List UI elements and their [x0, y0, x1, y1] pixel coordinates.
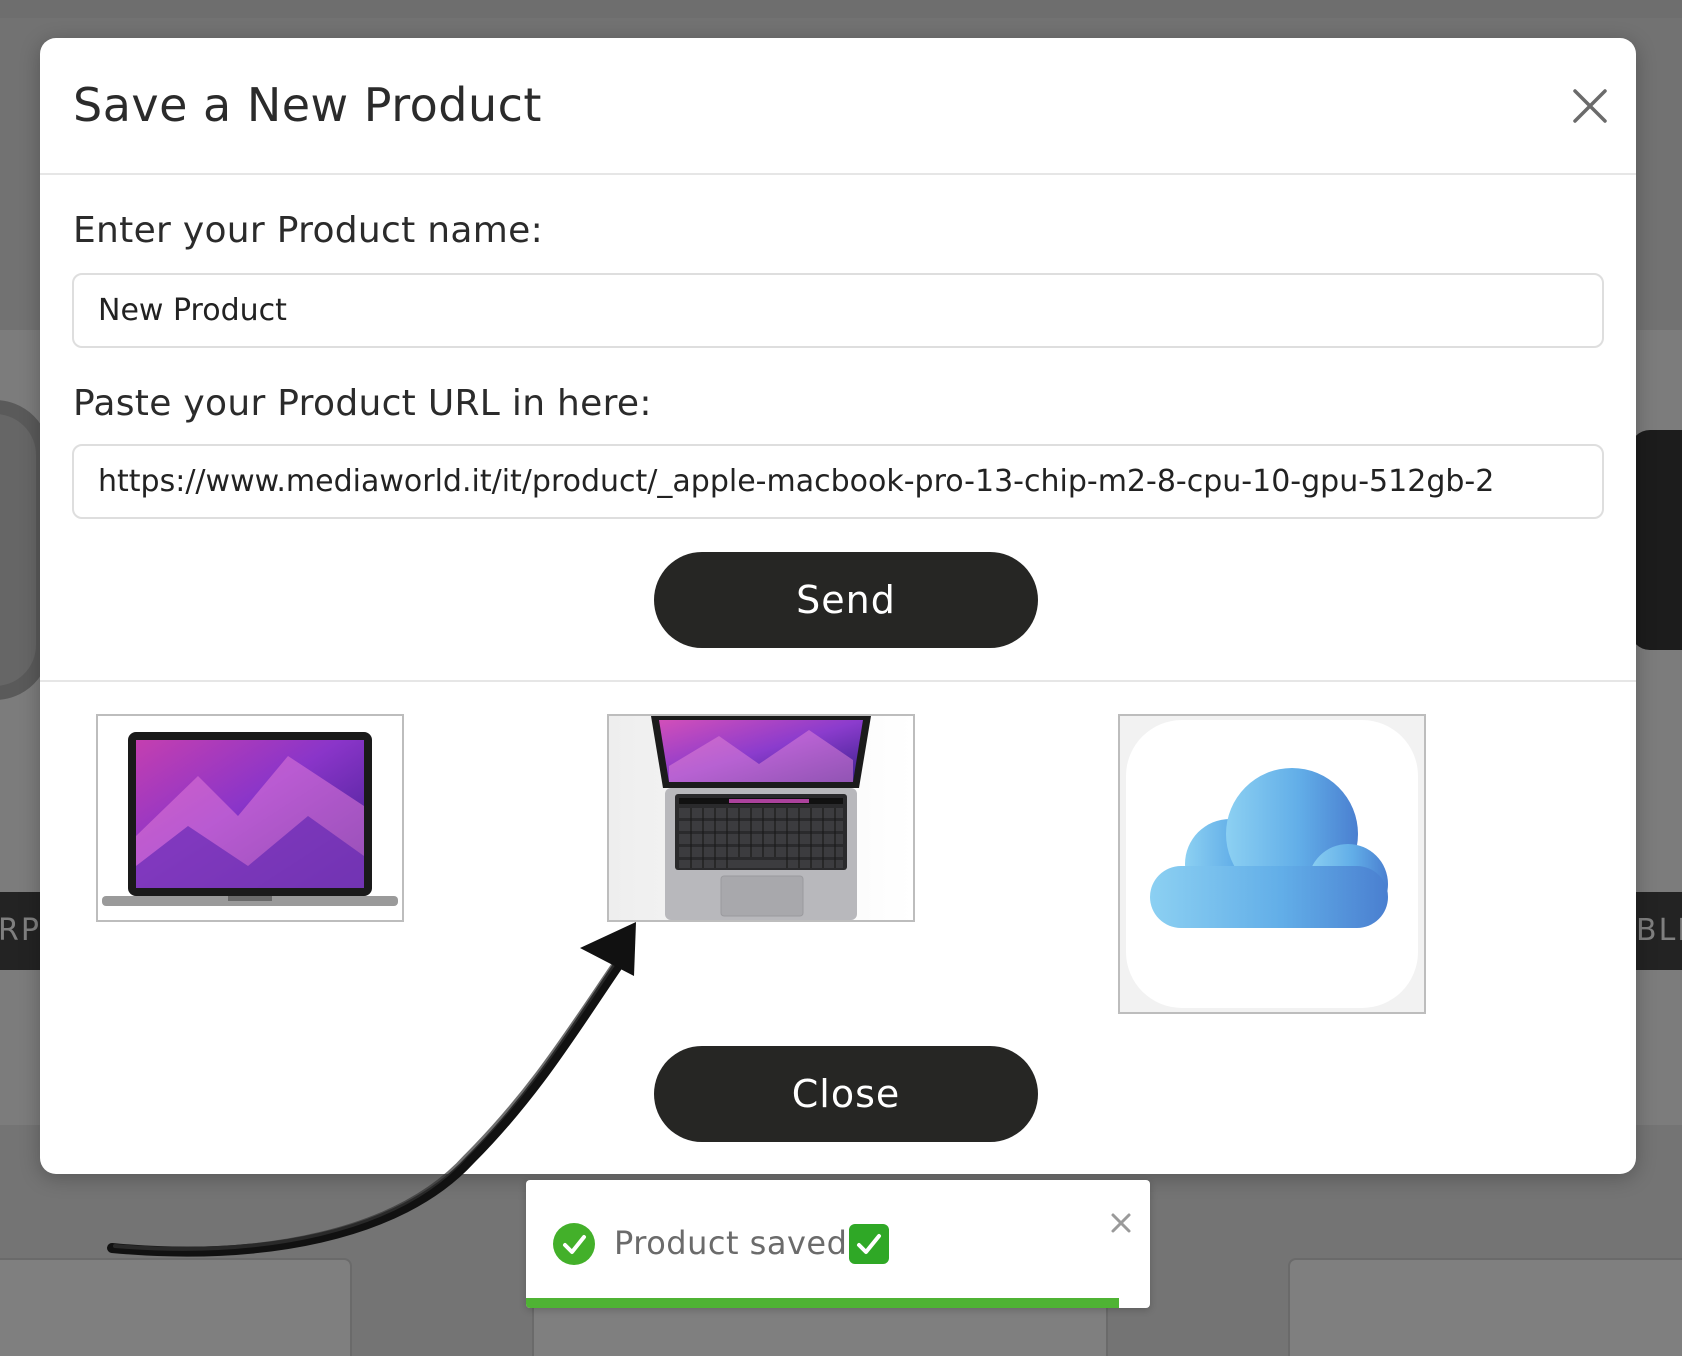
- product-url-label: Paste your Product URL in here:: [73, 383, 652, 424]
- background-product-label-right: BLK: [1636, 892, 1682, 970]
- check-circle-icon: [553, 1223, 595, 1265]
- product-name-label: Enter your Product name:: [73, 210, 544, 251]
- toast-message: Product saved: [614, 1224, 848, 1262]
- icloud-icon-image[interactable]: [1118, 714, 1426, 1014]
- modal-title: Save a New Product: [73, 78, 542, 132]
- check-mark-button-emoji: [849, 1224, 889, 1264]
- close-icon[interactable]: [1570, 86, 1610, 126]
- macbook-open-keyboard-image[interactable]: [607, 714, 915, 922]
- close-button[interactable]: Close: [654, 1046, 1038, 1142]
- save-product-modal: Save a New Product Enter your Product na…: [40, 38, 1636, 1174]
- success-toast: Product saved: [526, 1180, 1150, 1308]
- send-button[interactable]: Send: [654, 552, 1038, 648]
- modal-divider: [40, 680, 1636, 682]
- product-name-input[interactable]: New Product: [72, 273, 1604, 348]
- toast-progress-bar: [526, 1298, 1119, 1308]
- background-product-card: [0, 1258, 352, 1356]
- product-url-input[interactable]: https://www.mediaworld.it/it/product/_ap…: [72, 444, 1604, 519]
- modal-header: Save a New Product: [40, 38, 1636, 175]
- background-product-label-left: RPC: [0, 892, 40, 970]
- macbook-front-image[interactable]: [96, 714, 404, 922]
- background-top-bar: [0, 0, 1682, 18]
- close-icon[interactable]: [1108, 1210, 1134, 1236]
- background-camera-image: [1630, 430, 1682, 650]
- background-product-card: [1288, 1258, 1682, 1356]
